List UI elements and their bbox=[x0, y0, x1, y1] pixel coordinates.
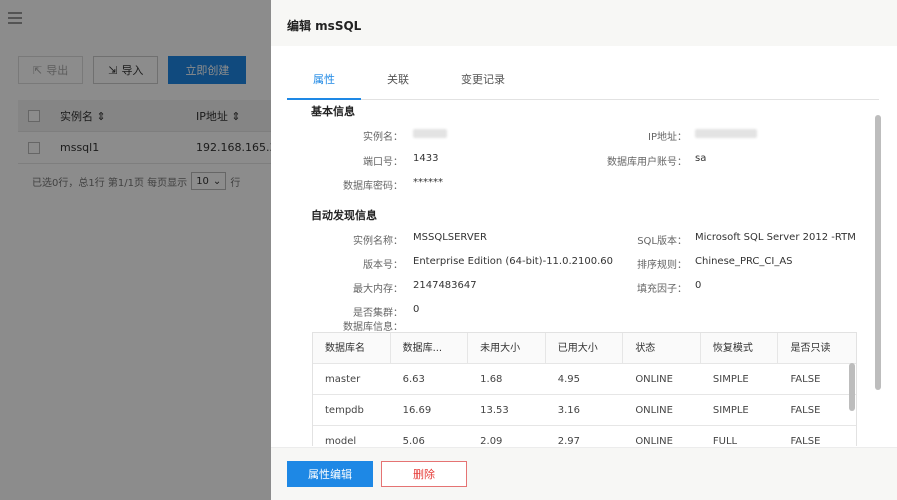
fill-factor-label: 填充因子： bbox=[637, 284, 687, 295]
table-cell: 1.68 bbox=[480, 373, 503, 385]
instance-value: MSSQLSERVER bbox=[413, 232, 487, 243]
instance-name-label: 实例名： bbox=[363, 132, 403, 143]
table-row[interactable]: master 6.63 1.68 4.95 ONLINE SIMPLE FALS… bbox=[313, 364, 856, 395]
properties-panel: 基本信息 实例名： IP地址： 端口号： 1433 数据库用户账号： sa 数据… bbox=[287, 100, 867, 446]
edit-dialog: 编辑 msSQL 属性 关联 变更记录 基本信息 实例名： IP地址： 端口号：… bbox=[271, 0, 897, 500]
port-value: 1433 bbox=[413, 153, 439, 164]
edition-value: Enterprise Edition (64-bit)-11.0.2100.60 bbox=[413, 256, 613, 267]
auto-info-title: 自动发现信息 bbox=[311, 209, 377, 222]
max-memory-value: 2147483647 bbox=[413, 280, 477, 291]
sql-version-value: Microsoft SQL Server 2012 -RTM bbox=[695, 232, 856, 243]
collation-label: 排序规则： bbox=[637, 260, 687, 271]
tab-change-log[interactable]: 变更记录 bbox=[435, 62, 531, 99]
tab-properties[interactable]: 属性 bbox=[287, 62, 361, 100]
table-cell: FALSE bbox=[790, 404, 821, 416]
db-user-label: 数据库用户账号： bbox=[607, 157, 687, 168]
tab-relations[interactable]: 关联 bbox=[361, 62, 435, 99]
dialog-header: 编辑 msSQL bbox=[271, 0, 897, 46]
collation-value: Chinese_PRC_CI_AS bbox=[695, 256, 793, 267]
column-header-readonly[interactable]: 是否只读 bbox=[778, 333, 856, 364]
column-header-db-size[interactable]: 数据库... bbox=[391, 332, 469, 364]
dialog-title: 编辑 msSQL bbox=[287, 19, 362, 33]
table-cell: FALSE bbox=[790, 435, 821, 447]
port-label: 端口号： bbox=[363, 157, 403, 168]
column-header-unused[interactable]: 未用大小 bbox=[468, 332, 546, 364]
db-table-header: 数据库名 数据库... 未用大小 已用大小 状态 恢复模式 是否只读 bbox=[313, 332, 856, 364]
table-cell: tempdb bbox=[325, 404, 364, 416]
column-header-db-name[interactable]: 数据库名 bbox=[313, 332, 391, 364]
db-password-label: 数据库密码： bbox=[343, 181, 403, 192]
column-header-status[interactable]: 状态 bbox=[623, 332, 701, 364]
cluster-label: 是否集群： bbox=[353, 308, 403, 319]
table-row[interactable]: tempdb 16.69 13.53 3.16 ONLINE SIMPLE FA… bbox=[313, 395, 856, 426]
table-cell: 2.09 bbox=[480, 435, 503, 447]
fill-factor-value: 0 bbox=[695, 280, 702, 291]
instance-name-value bbox=[413, 129, 447, 141]
delete-button[interactable]: 删除 bbox=[381, 461, 467, 487]
table-cell: 4.95 bbox=[557, 373, 580, 385]
db-user-value: sa bbox=[695, 153, 707, 164]
table-cell: ONLINE bbox=[635, 435, 673, 447]
table-cell: ONLINE bbox=[635, 404, 673, 416]
dialog-footer: 属性编辑 删除 bbox=[271, 447, 897, 500]
table-cell: SIMPLE bbox=[712, 404, 749, 416]
basic-info-title: 基本信息 bbox=[311, 105, 355, 118]
instance-label: 实例名称： bbox=[353, 236, 403, 247]
table-cell: 3.16 bbox=[557, 404, 580, 416]
max-memory-label: 最大内存： bbox=[353, 284, 403, 295]
table-cell: 5.06 bbox=[402, 435, 425, 447]
column-header-used[interactable]: 已用大小 bbox=[546, 332, 624, 364]
db-info-label: 数据库信息： bbox=[343, 322, 403, 333]
sql-version-label: SQL版本： bbox=[637, 236, 687, 247]
table-cell: ONLINE bbox=[635, 373, 673, 385]
table-cell: 2.97 bbox=[557, 435, 580, 447]
table-cell: master bbox=[325, 373, 361, 385]
ip-value bbox=[695, 129, 757, 141]
table-cell: model bbox=[325, 435, 357, 447]
dialog-tabs: 属性 关联 变更记录 bbox=[287, 62, 879, 100]
db-password-value: ****** bbox=[413, 177, 443, 188]
column-header-recovery[interactable]: 恢复模式 bbox=[701, 332, 779, 364]
table-cell: SIMPLE bbox=[712, 373, 749, 385]
table-cell: 13.53 bbox=[480, 404, 509, 416]
edit-properties-button[interactable]: 属性编辑 bbox=[287, 461, 373, 487]
ip-label: IP地址： bbox=[648, 132, 687, 143]
table-cell: 6.63 bbox=[402, 373, 425, 385]
table-cell: FALSE bbox=[790, 373, 821, 385]
table-scrollbar[interactable] bbox=[849, 363, 855, 411]
cluster-value: 0 bbox=[413, 304, 420, 315]
table-row[interactable]: model 5.06 2.09 2.97 ONLINE FULL FALSE bbox=[313, 426, 856, 447]
database-table: 数据库名 数据库... 未用大小 已用大小 状态 恢复模式 是否只读 maste… bbox=[312, 332, 857, 446]
edition-label: 版本号： bbox=[363, 260, 403, 271]
dialog-scrollbar[interactable] bbox=[875, 115, 881, 390]
table-cell: FULL bbox=[712, 435, 738, 447]
table-cell: 16.69 bbox=[402, 404, 432, 416]
